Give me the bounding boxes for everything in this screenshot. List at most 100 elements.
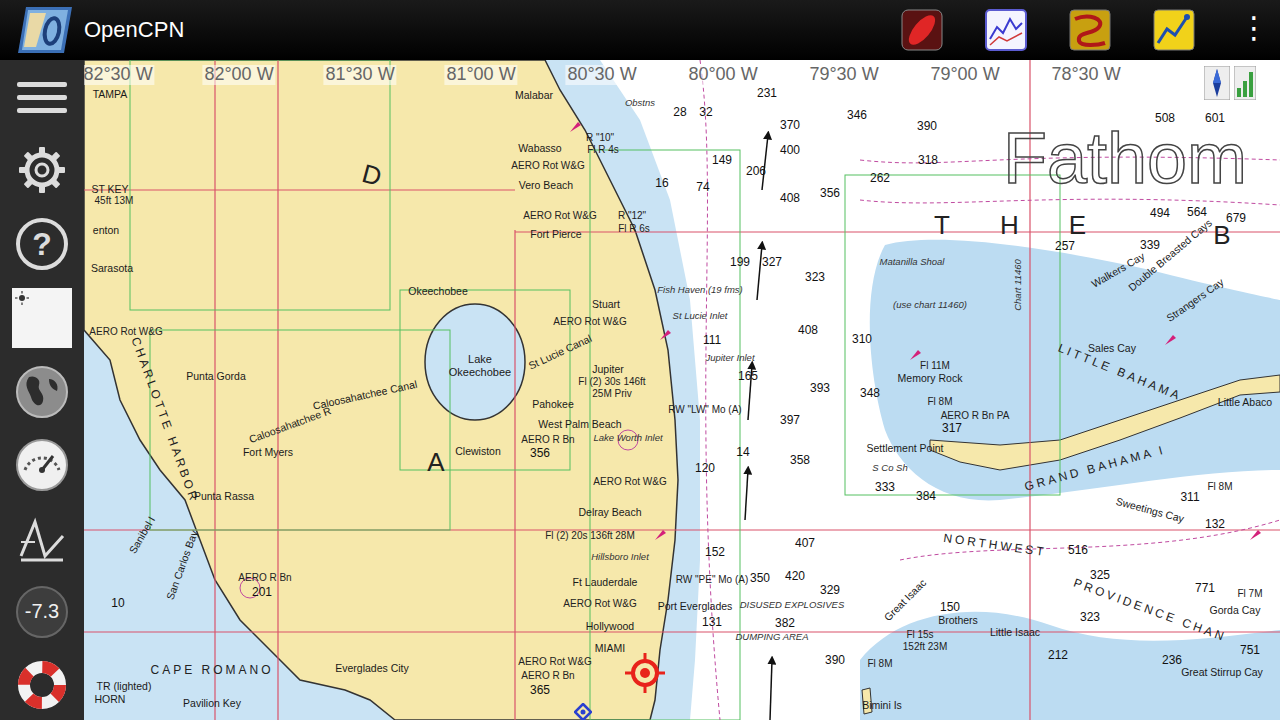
map-label: AERO Rot W&G xyxy=(553,317,626,327)
zoom-indicator: -7.3 xyxy=(10,583,74,641)
route-button[interactable] xyxy=(1068,8,1112,52)
graph-button[interactable] xyxy=(1152,8,1196,52)
map-label: Jupiter xyxy=(592,364,624,375)
help-button[interactable]: ? xyxy=(10,215,74,273)
compass-icon[interactable] xyxy=(1204,66,1230,100)
map-label: Okeechobee xyxy=(408,286,468,297)
map-label: Fish Haven (19 fms) xyxy=(657,285,743,295)
map-label: 131 xyxy=(702,616,722,628)
boat-icon xyxy=(901,9,943,51)
map-label: Malabar xyxy=(515,90,553,101)
longitude-label: 81°00 W xyxy=(444,65,517,85)
map-label: Fl 8M xyxy=(928,397,953,407)
map-label: TAMPA xyxy=(93,89,128,100)
map-label: (use chart 11460) xyxy=(893,300,967,310)
map-label: 16 xyxy=(655,177,668,189)
map-label: 384 xyxy=(916,490,936,502)
map-label: 327 xyxy=(762,256,782,268)
map-label: 390 xyxy=(917,120,937,132)
map-label: 120 xyxy=(695,462,715,474)
own-ship-button[interactable] xyxy=(900,8,944,52)
map-label: 10 xyxy=(111,597,124,609)
waypoint-icon[interactable] xyxy=(574,703,592,720)
map-label: Fl 11M xyxy=(920,361,950,371)
map-label: Fort Myers xyxy=(243,447,293,458)
dashboard-button[interactable] xyxy=(10,436,74,494)
app-logo-icon[interactable] xyxy=(16,5,74,55)
route-manager-button[interactable] xyxy=(10,510,74,568)
map-label: Fl (2) 30s 146ft xyxy=(578,377,645,387)
chart-canvas[interactable]: 82°30 W82°00 W81°30 W81°00 W80°30 W80°00… xyxy=(84,60,1280,720)
map-label: St Lucie Inlet xyxy=(673,311,728,321)
brightness-button[interactable] xyxy=(10,288,74,348)
longitude-label: 81°30 W xyxy=(323,65,396,85)
longitude-label: 78°30 W xyxy=(1049,65,1122,85)
map-label: Everglades City xyxy=(335,663,409,674)
map-label: enton xyxy=(93,225,119,236)
map-label: Delray Beach xyxy=(578,507,641,518)
map-label: 564 xyxy=(1187,206,1207,218)
hamburger-icon xyxy=(17,82,67,113)
app-title: OpenCPN xyxy=(84,17,184,43)
mob-button[interactable] xyxy=(10,656,74,714)
map-label: Little Isaac xyxy=(990,627,1040,638)
map-label: R "12" xyxy=(618,211,646,221)
map-label: 111 xyxy=(703,334,721,346)
map-label: HORN xyxy=(95,694,126,705)
map-label: CAPE ROMANO xyxy=(150,664,273,676)
map-label: 771 xyxy=(1195,582,1215,594)
map-label: 32 xyxy=(699,106,712,118)
map-label: 150 xyxy=(940,601,960,613)
map-label: Pavilion Key xyxy=(183,698,241,709)
map-label: Gorda Cay xyxy=(1210,605,1261,616)
app-window: OpenCPN⋮?-7.382°30 W82°00 W81°30 W81°00 … xyxy=(0,0,1280,720)
map-label: S Co Sh xyxy=(872,463,907,473)
map-label: Fl 8M xyxy=(868,659,893,669)
settings-button[interactable] xyxy=(10,141,74,199)
map-label: ST KEY xyxy=(91,184,128,195)
zoom-reading: -7.3 xyxy=(16,586,68,638)
map-label: 356 xyxy=(530,447,550,459)
map-label: TR (lighted) xyxy=(97,681,152,692)
map-label: Fl 15s xyxy=(906,630,933,640)
route-lines-icon xyxy=(15,512,69,566)
map-label: 494 xyxy=(1150,207,1170,219)
map-label: Little Abaco xyxy=(1218,397,1272,408)
map-label: Lake Okeechobee xyxy=(442,353,518,378)
map-label: AERO Rot W&G xyxy=(593,477,666,487)
life-ring-icon xyxy=(16,659,68,711)
map-label: 323 xyxy=(1080,611,1100,623)
graph-icon xyxy=(1153,9,1195,51)
longitude-label: 80°00 W xyxy=(686,65,759,85)
map-label: Great Stirrup Cay xyxy=(1181,667,1263,678)
map-label: 132 xyxy=(1205,518,1225,530)
chart-track-icon xyxy=(985,9,1027,51)
map-label: MIAMI xyxy=(595,643,625,654)
world-button[interactable] xyxy=(10,363,74,421)
map-label: Jupiter Inlet xyxy=(705,353,754,363)
map-label: AERO R Bn xyxy=(521,671,574,681)
map-label: 323 xyxy=(805,271,825,283)
map-label: 329 xyxy=(820,584,840,596)
map-label: 339 xyxy=(1140,239,1160,251)
map-label: 358 xyxy=(790,454,810,466)
map-label: 257 xyxy=(1055,240,1075,252)
menu-button[interactable] xyxy=(10,68,74,126)
map-label: 262 xyxy=(870,172,890,184)
map-label: R "10" xyxy=(586,133,614,143)
map-label: Matanilla Shoal xyxy=(880,257,945,267)
map-label: Sarasota xyxy=(91,263,133,274)
map-label: AERO R Bn xyxy=(238,573,291,583)
map-label: Hillsboro Inlet xyxy=(591,552,649,562)
track-button[interactable] xyxy=(984,8,1028,52)
map-label: DUMPING AREA xyxy=(735,632,808,642)
map-label: A xyxy=(427,449,444,475)
map-label: Hollywood xyxy=(586,621,634,632)
own-ship-icon[interactable] xyxy=(625,653,665,693)
map-label: B xyxy=(1213,222,1230,248)
overflow-menu-button[interactable]: ⋮ xyxy=(1236,13,1272,47)
map-label: 152ft 23M xyxy=(903,642,947,652)
map-label: 408 xyxy=(780,192,800,204)
map-label: 206 xyxy=(746,165,766,177)
map-label: 45ft 13M xyxy=(95,196,134,206)
